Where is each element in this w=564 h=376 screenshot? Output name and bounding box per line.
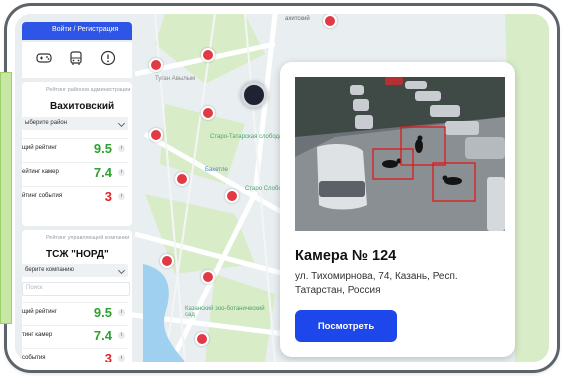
camera-pin[interactable] (323, 14, 337, 28)
camera-pin[interactable] (149, 128, 163, 142)
metric-row: йтинг события 3 i (22, 186, 128, 207)
search-placeholder: Поиск (26, 285, 43, 291)
camera-popup: Камера № 124 ул. Тихомирнова, 74, Казань… (280, 62, 515, 357)
metric-label: ейтинг камер (22, 169, 59, 175)
map-label-gerbera: Старо Слобо (245, 186, 282, 192)
metric-label: йтинг события (22, 193, 63, 199)
district-select[interactable]: ыберите район (22, 117, 128, 130)
info-icon[interactable]: i (118, 169, 125, 176)
info-icon[interactable]: i (118, 332, 125, 339)
metric-label: щий рейтинг (22, 309, 57, 315)
district-select-value: ыберите район (25, 120, 68, 126)
district-card-caption: Рейтинг районов администрации (46, 87, 131, 93)
company-select[interactable]: берите компанию (22, 264, 128, 277)
company-rating-card: Рейтинг управляющей компании ТСЖ "НОРД" … (22, 230, 132, 366)
map-label-zoo: Казанский зоо-ботанический сад (185, 306, 265, 318)
map-label-sloboda: Старо-Татарская слобода (210, 134, 283, 140)
gamepad-icon[interactable] (36, 50, 52, 66)
info-icon[interactable]: i (118, 309, 125, 316)
district-name: Вахитовский (50, 101, 115, 112)
chevron-down-icon (117, 266, 126, 275)
camera-pin[interactable] (201, 106, 215, 120)
metric-value: 3 (104, 189, 112, 204)
camera-title: Камера № 124 (295, 248, 397, 264)
map-label-berezka: Бахетле (205, 167, 228, 173)
metric-value: 9.5 (93, 141, 112, 156)
chevron-down-icon (117, 119, 126, 128)
camera-pin[interactable] (160, 254, 174, 268)
camera-address: ул. Тихомирнова, 74, Казань, Респ. Татар… (295, 271, 458, 296)
metric-label: щий рейтинг (22, 145, 57, 151)
info-icon[interactable]: i (118, 193, 125, 200)
camera-pin[interactable] (195, 332, 209, 346)
district-rating-card: Рейтинг районов администрации Вахитовски… (22, 82, 132, 226)
camera-pin[interactable] (225, 189, 239, 203)
company-card-caption: Рейтинг управляющей компании (46, 235, 130, 241)
app-window: ахитский Туган Авылым Старо-Татарская сл… (7, 6, 557, 370)
selected-camera-pin[interactable] (241, 82, 267, 108)
metric-label: события (22, 355, 46, 361)
camera-pin[interactable] (149, 58, 163, 72)
metric-value: 7.4 (93, 328, 112, 343)
metric-label: тинг камер (22, 332, 53, 338)
info-icon[interactable]: i (118, 145, 125, 152)
metric-value: 9.5 (93, 305, 112, 320)
company-select-value: берите компанию (25, 267, 74, 273)
metric-value: 7.4 (93, 165, 112, 180)
map-label-tugan: Туган Авылым (155, 76, 196, 82)
metric-row: тинг камер 7.4 i (22, 325, 128, 346)
metric-row: события 3 i (22, 348, 128, 366)
bus-icon[interactable] (68, 50, 84, 66)
camera-pin[interactable] (201, 270, 215, 284)
metric-row: щий рейтинг 9.5 i (22, 138, 128, 159)
camera-pin[interactable] (201, 48, 215, 62)
background-green-strip (0, 72, 12, 324)
category-icons-row (22, 42, 132, 78)
camera-pin[interactable] (175, 172, 189, 186)
sidebar: Войти / Регистрация Рейтинг районов адми… (22, 20, 142, 366)
auth-bar: Войти / Регистрация (22, 22, 132, 40)
camera-snapshot[interactable] (295, 77, 505, 231)
login-register-link[interactable]: Войти / Регистрация (52, 26, 118, 33)
info-icon[interactable]: i (118, 355, 125, 362)
alert-icon[interactable] (100, 50, 116, 66)
view-camera-button[interactable]: Посмотреть (295, 310, 397, 342)
metric-value: 3 (104, 351, 112, 366)
metric-row: щий рейтинг 9.5 i (22, 302, 128, 323)
company-name: ТСЖ "НОРД" (46, 249, 109, 260)
map-label-top: ахитский (285, 16, 310, 22)
metric-row: ейтинг камер 7.4 i (22, 162, 128, 183)
company-search-input[interactable]: Поиск (22, 282, 130, 296)
